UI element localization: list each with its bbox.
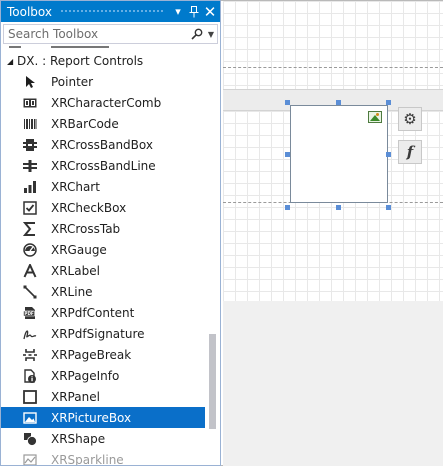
item-label: XRPanel [51, 389, 100, 404]
function-icon: f [406, 143, 414, 161]
item-label: XRBarCode [51, 116, 119, 131]
item-label: XRPageBreak [51, 347, 132, 362]
item-label: XRCharacterComb [51, 95, 162, 110]
panel-icon [1, 386, 51, 407]
sparkline-icon [1, 449, 51, 465]
item-label: XRLine [51, 284, 93, 299]
toolbox-title: Toolbox [7, 4, 52, 19]
toolbox-item-xrsparkline[interactable]: XRSparkline [1, 449, 205, 466]
group-label: DX. : Report Controls [17, 54, 144, 68]
toolbox-item-pointer[interactable]: Pointer [1, 71, 205, 92]
item-label: XRPdfContent [51, 305, 135, 320]
item-label: XRLabel [51, 263, 100, 278]
item-label: XRPageInfo [51, 368, 120, 383]
close-icon[interactable]: ✕ [202, 1, 218, 22]
toolbox-item-xrchart[interactable]: XRChart [1, 176, 205, 197]
toolbox-item-xrshape[interactable]: XRShape [1, 428, 205, 449]
search-options-dropdown-icon[interactable]: ▼ [205, 30, 217, 39]
gear-icon: ⚙ [403, 110, 417, 128]
item-label: XRPictureBox [51, 410, 132, 425]
toolbox-item-xrgauge[interactable]: XRGauge [1, 239, 205, 260]
page-break-icon [1, 344, 51, 365]
toolbox-item-xrline[interactable]: XRLine [1, 281, 205, 302]
selection-handle[interactable] [285, 152, 290, 157]
item-label: XRChart [51, 179, 100, 194]
gauge-icon [1, 239, 51, 260]
chart-icon [1, 176, 51, 197]
search-input[interactable] [4, 25, 189, 43]
drag-grip[interactable] [60, 9, 164, 14]
toolbox-item-xrcrosstab[interactable]: XRCrossTab [1, 218, 205, 239]
toolbox-item-xrpageinfo[interactable]: XRPageInfo [1, 365, 205, 386]
picture-box-control[interactable] [290, 105, 388, 203]
toolbox-item-xrpdfsignature[interactable]: XRPdfSignature [1, 323, 205, 344]
toolbox-panel: Toolbox ▾ ✕ ▼ ◢ DX. : Report Controls Po… [0, 0, 221, 466]
search-box[interactable]: ▼ [3, 24, 218, 44]
barcode-icon [1, 113, 51, 134]
item-label: XRGauge [51, 242, 107, 257]
toolbox-item-xrcharactercomb[interactable]: XRCharacterComb [1, 92, 205, 113]
margin-guide-line [223, 67, 443, 68]
smart-tag-gear-button[interactable]: ⚙ [398, 107, 422, 131]
cross-band-line-icon [1, 155, 51, 176]
toolbox-scrollbar-thumb[interactable] [209, 334, 216, 429]
toolbox-item-xrcrossbandline[interactable]: XRCrossBandLine [1, 155, 205, 176]
sigma-icon [1, 218, 51, 239]
picture-icon [1, 407, 51, 428]
shape-icon [1, 428, 51, 449]
image-icon [368, 111, 382, 123]
character-comb-icon [1, 92, 51, 113]
svg-text:PDF: PDF [24, 311, 34, 316]
item-label: Pointer [51, 74, 94, 89]
item-label: XRPdfSignature [51, 326, 145, 341]
collapse-arrow-icon[interactable]: ◢ [7, 57, 17, 66]
pdf-icon: PDF [1, 302, 51, 323]
selection-handle[interactable] [285, 205, 290, 210]
designer-empty-area [223, 301, 443, 466]
line-icon [1, 281, 51, 302]
selection-handle[interactable] [386, 152, 391, 157]
selection-handle[interactable] [386, 205, 391, 210]
item-label: XRSparkline [51, 452, 124, 466]
toolbox-item-xrpicturebox[interactable]: XRPictureBox [1, 407, 205, 428]
checkbox-icon [1, 197, 51, 218]
label-icon [1, 260, 51, 281]
previous-group-edge [9, 46, 109, 48]
toolbox-item-xrbarcode[interactable]: XRBarCode [1, 113, 205, 134]
page-info-icon [1, 365, 51, 386]
item-label: XRCheckBox [51, 200, 127, 215]
item-label: XRCrossBandBox [51, 137, 153, 152]
toolbox-item-xrpanel[interactable]: XRPanel [1, 386, 205, 407]
toolbox-item-xrpagebreak[interactable]: XRPageBreak [1, 344, 205, 365]
toolbox-title-bar[interactable]: Toolbox ▾ ✕ [1, 1, 220, 22]
search-icon[interactable] [189, 25, 205, 43]
toolbox-item-xrcrossbandbox[interactable]: XRCrossBandBox [1, 134, 205, 155]
pin-icon[interactable] [186, 1, 202, 22]
toolbox-item-xrpdfcontent[interactable]: PDF XRPdfContent [1, 302, 205, 323]
toolbox-item-xrlabel[interactable]: XRLabel [1, 260, 205, 281]
signature-icon [1, 323, 51, 344]
item-label: XRShape [51, 431, 106, 446]
expressions-button[interactable]: f [398, 140, 422, 164]
toolbox-item-list: Pointer XRCharacterComb XRBarCode XRCros… [1, 71, 205, 466]
selection-handle[interactable] [336, 100, 341, 105]
selection-handle[interactable] [285, 100, 290, 105]
cross-band-box-icon [1, 134, 51, 155]
pointer-icon [1, 71, 51, 92]
window-position-dropdown-icon[interactable]: ▾ [170, 1, 186, 22]
toolbox-item-xrcheckbox[interactable]: XRCheckBox [1, 197, 205, 218]
selection-handle[interactable] [386, 100, 391, 105]
report-band-top[interactable] [223, 1, 443, 89]
item-label: XRCrossBandLine [51, 158, 156, 173]
selection-handle[interactable] [336, 205, 341, 210]
group-report-controls[interactable]: ◢ DX. : Report Controls [1, 51, 206, 71]
item-label: XRCrossTab [51, 221, 121, 236]
